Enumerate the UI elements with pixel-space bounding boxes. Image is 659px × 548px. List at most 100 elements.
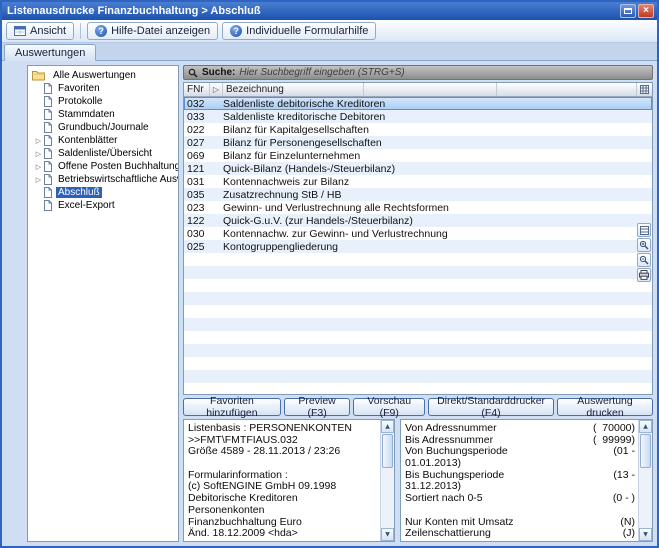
- action-button[interactable]: Preview (F3): [284, 398, 350, 416]
- tree-item[interactable]: Stammdaten: [28, 108, 178, 121]
- maximize-button[interactable]: [620, 4, 636, 18]
- main-area: Alle Auswertungen Favoriten: [2, 61, 657, 546]
- tree-item[interactable]: Betriebswirtschaftliche Auswertungen: [28, 173, 178, 186]
- cell-bezeichnung: Zusatzrechnung StB / HB: [223, 189, 652, 201]
- close-button[interactable]: ×: [638, 4, 654, 18]
- table-row[interactable]: 033 Saldenliste kreditorische Debitoren: [184, 110, 652, 123]
- table-row[interactable]: 023 Gewinn- und Verlustrechnung alle Rec…: [184, 201, 652, 214]
- tree-item-label: Excel-Export: [56, 200, 117, 211]
- column-header-extra2[interactable]: [497, 83, 637, 96]
- expander-icon[interactable]: [34, 176, 43, 184]
- formularhilfe-button[interactable]: ? Individuelle Formularhilfe: [222, 22, 376, 40]
- parameter-value: (0 - ): [613, 492, 635, 504]
- column-header-extra1[interactable]: [364, 83, 497, 96]
- help-icon: ?: [95, 25, 107, 37]
- parameter-line: 31.12.2013): [405, 480, 635, 492]
- tab-auswertungen[interactable]: Auswertungen: [4, 44, 96, 61]
- cell-bezeichnung: Bilanz für Kapitalgesellschaften: [223, 124, 652, 136]
- cell-fnr: 121: [184, 163, 210, 175]
- document-icon: [43, 122, 53, 133]
- column-chooser-button[interactable]: [637, 83, 652, 96]
- zoom-in-button[interactable]: [637, 238, 651, 252]
- scroll-down-button[interactable]: ▼: [381, 528, 394, 541]
- grid-side-toolbar: [637, 223, 651, 282]
- zoom-out-button[interactable]: [637, 253, 651, 267]
- list-view-button[interactable]: [637, 223, 651, 237]
- action-button[interactable]: Auswertung drucken: [557, 398, 653, 416]
- table-row[interactable]: 069 Bilanz für Einzelunternehmen: [184, 149, 652, 162]
- parameter-value: (13 -: [613, 469, 635, 481]
- scroll-thumb[interactable]: [382, 434, 393, 468]
- expander-icon[interactable]: [34, 163, 43, 171]
- tree-root-item[interactable]: Alle Auswertungen: [28, 69, 178, 82]
- tree-item[interactable]: Abschluß: [28, 186, 178, 199]
- table-rows: 032 Saldenliste debitorische Kreditoren …: [184, 97, 652, 253]
- tree-item[interactable]: Saldenliste/Übersicht: [28, 147, 178, 160]
- help-icon: ?: [230, 25, 242, 37]
- close-icon: ×: [643, 5, 649, 17]
- parameter-value: (J): [623, 527, 635, 539]
- table-row[interactable]: 030 Kontennachw. zur Gewinn- und Verlust…: [184, 227, 652, 240]
- table-row[interactable]: 031 Kontennachweis zur Bilanz: [184, 175, 652, 188]
- column-header-bezeichnung[interactable]: Bezeichnung: [223, 83, 364, 96]
- info-line: Größe 4589 - 28.11.2013 / 23:26: [188, 445, 377, 457]
- printer-icon: [639, 270, 649, 280]
- column-header-fnr[interactable]: FNr: [184, 83, 210, 96]
- hilfe-datei-button[interactable]: ? Hilfe-Datei anzeigen: [87, 22, 218, 40]
- column-header-pointer[interactable]: ▷: [210, 83, 223, 96]
- scroll-thumb[interactable]: [640, 434, 651, 468]
- info-line: Formularinformation :: [188, 469, 377, 481]
- tree-item[interactable]: Favoriten: [28, 82, 178, 95]
- zoom-out-icon: [639, 255, 649, 265]
- cell-bezeichnung: Gewinn- und Verlustrechnung alle Rechtsf…: [223, 202, 652, 214]
- expander-icon[interactable]: [34, 137, 43, 145]
- tree-item-label: Kontenblätter: [56, 135, 120, 146]
- form-info-panel: Listenbasis : PERSONENKONTEN >>FMT\FMTFI…: [183, 419, 395, 542]
- tree-item[interactable]: Offene Posten Buchhaltung: [28, 160, 178, 173]
- scroll-up-button[interactable]: ▲: [381, 420, 394, 433]
- table-row[interactable]: 035 Zusatzrechnung StB / HB: [184, 188, 652, 201]
- scroll-down-button[interactable]: ▼: [639, 528, 652, 541]
- cell-bezeichnung: Kontennachw. zur Gewinn- und Verlustrech…: [223, 228, 652, 240]
- search-input[interactable]: Suche: Hier Suchbegriff eingeben (STRG+S…: [183, 65, 653, 80]
- table-row[interactable]: 122 Quick-G.u.V. (zur Handels-/Steuerbil…: [184, 214, 652, 227]
- titlebar: Listenausdrucke Finanzbuchhaltung > Absc…: [2, 2, 657, 20]
- scroll-up-button[interactable]: ▲: [639, 420, 652, 433]
- ansicht-button[interactable]: Ansicht: [6, 22, 74, 40]
- cell-fnr: 032: [184, 98, 210, 110]
- table-row[interactable]: 032 Saldenliste debitorische Kreditoren: [184, 97, 652, 110]
- folder-icon: [32, 70, 45, 81]
- action-button[interactable]: Direkt/Standarddrucker (F4): [428, 398, 554, 416]
- list-icon: [640, 226, 649, 235]
- parameter-value: (N): [620, 516, 635, 528]
- tree-item[interactable]: Grundbuch/Journale: [28, 121, 178, 134]
- cell-bezeichnung: Bilanz für Personengesellschaften: [223, 137, 652, 149]
- parameter-value: (01 -: [613, 445, 635, 457]
- action-button[interactable]: Favoriten hinzufügen: [183, 398, 281, 416]
- tree-item-label: Abschluß: [56, 187, 102, 198]
- action-button[interactable]: Vorschau (F9): [353, 398, 425, 416]
- document-icon: [43, 83, 53, 94]
- expander-icon[interactable]: [34, 150, 43, 158]
- table-row[interactable]: 022 Bilanz für Kapitalgesellschaften: [184, 123, 652, 136]
- table-row[interactable]: 025 Kontogruppengliederung: [184, 240, 652, 253]
- parameter-line: Von Adressnummer ( 70000): [405, 422, 635, 434]
- parameter-line: Zeilenschattierung (J): [405, 527, 635, 539]
- window-title: Listenausdrucke Finanzbuchhaltung > Absc…: [7, 5, 620, 17]
- cell-fnr: 022: [184, 124, 210, 136]
- parameter-scrollbar[interactable]: ▲ ▼: [638, 420, 652, 541]
- tree-item-label: Stammdaten: [56, 109, 117, 120]
- scroll-track[interactable]: [639, 469, 652, 528]
- table-row[interactable]: 027 Bilanz für Personengesellschaften: [184, 136, 652, 149]
- tab-strip: Auswertungen: [2, 43, 657, 61]
- info-panels: Listenbasis : PERSONENKONTEN >>FMT\FMTFI…: [183, 419, 653, 542]
- tree-item[interactable]: Kontenblätter: [28, 134, 178, 147]
- action-buttons: Favoriten hinzufügen Preview (F3) Vorsch…: [183, 398, 653, 416]
- table-row[interactable]: 121 Quick-Bilanz (Handels-/Steuerbilanz): [184, 162, 652, 175]
- parameter-lines: Von Adressnummer ( 70000) Bis Adressnumm…: [405, 422, 635, 539]
- form-info-scrollbar[interactable]: ▲ ▼: [380, 420, 394, 541]
- tree-item[interactable]: Protokolle: [28, 95, 178, 108]
- scroll-track[interactable]: [381, 469, 394, 528]
- tree-item[interactable]: Excel-Export: [28, 199, 178, 212]
- print-button[interactable]: [637, 268, 651, 282]
